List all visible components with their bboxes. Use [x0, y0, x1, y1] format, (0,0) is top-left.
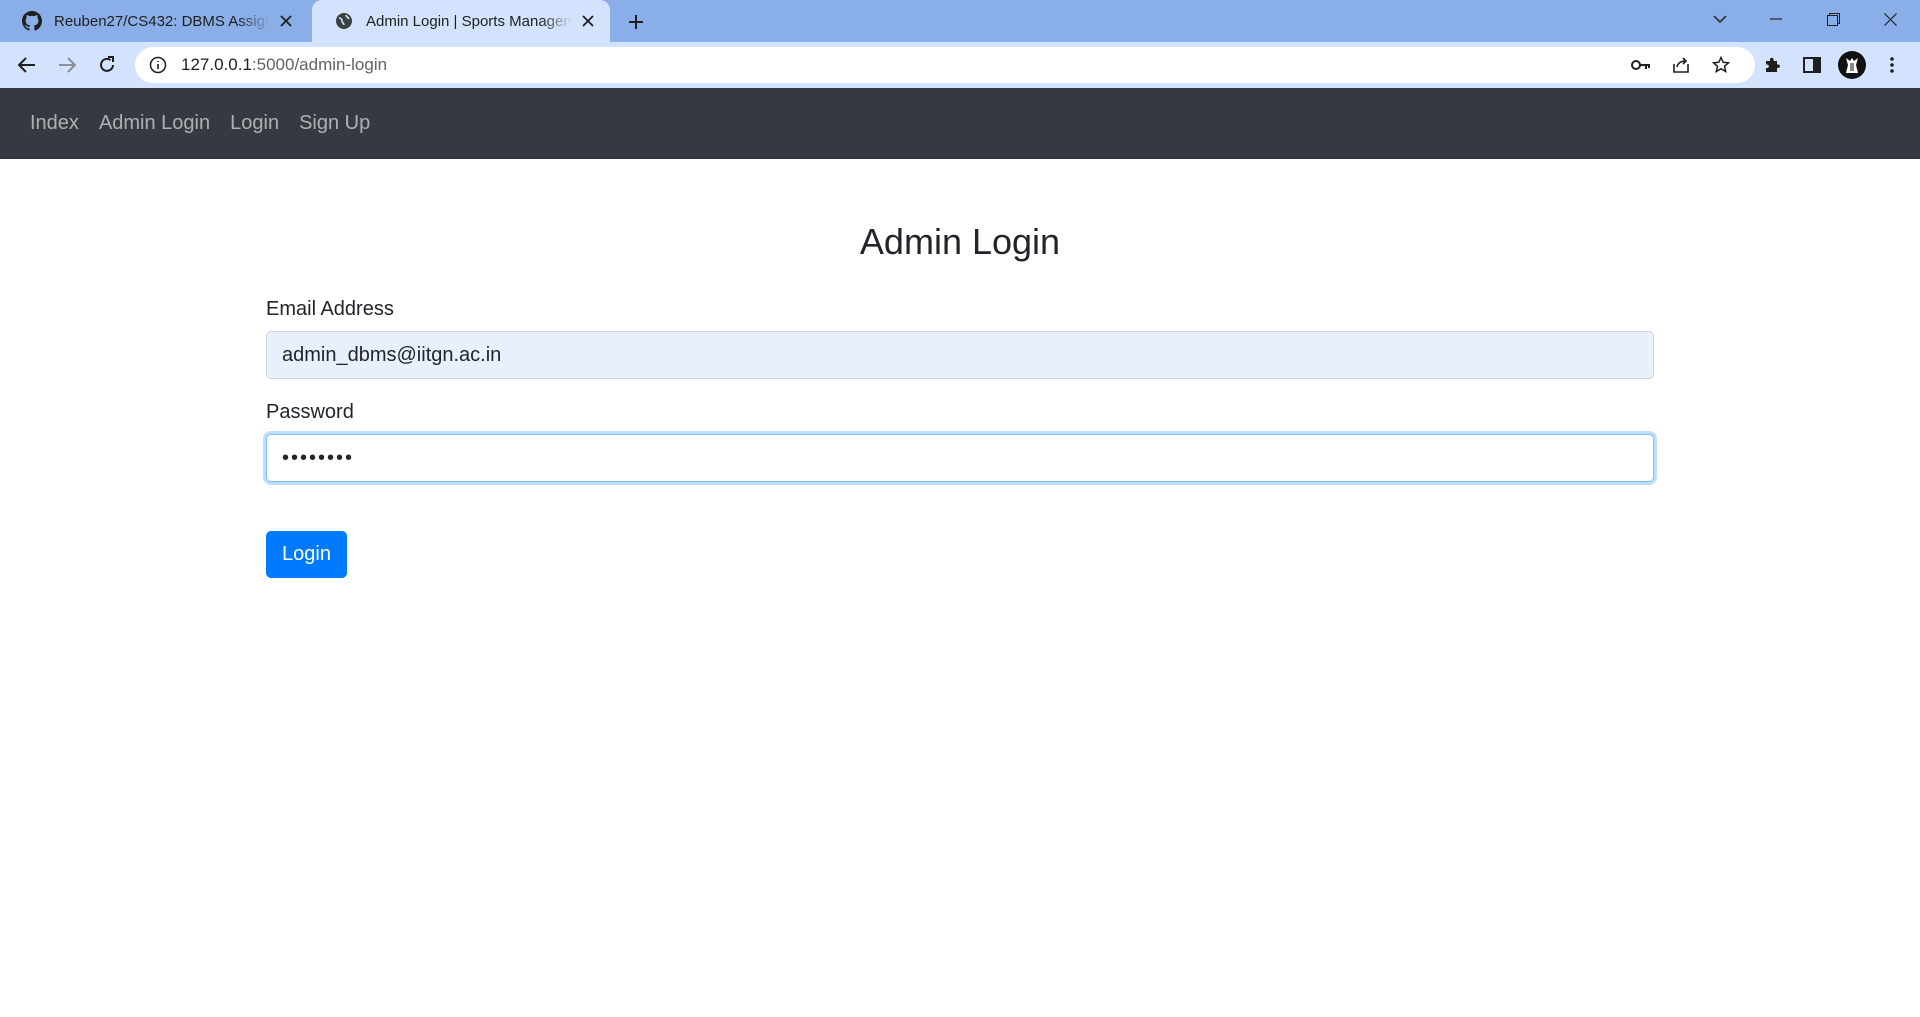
tab-title: Admin Login | Sports Management: [366, 12, 572, 30]
url-host: 127.0.0.1: [181, 55, 252, 74]
browser-tab-admin-login[interactable]: Admin Login | Sports Management: [312, 0, 610, 42]
email-field[interactable]: [266, 331, 1654, 379]
admin-login-form: Email Address Password Login: [266, 297, 1654, 578]
browser-tab-github[interactable]: Reuben27/CS432: DBMS Assignment: [0, 0, 308, 42]
puzzle-icon: [1766, 57, 1780, 72]
page-title: Admin Login: [859, 221, 1061, 262]
side-panel-icon: [1803, 57, 1821, 73]
password-label: Password: [266, 401, 354, 423]
password-group: Password: [266, 400, 1654, 482]
nav-link-sign-up[interactable]: Sign Up: [291, 104, 378, 143]
browser-tabstrip: Reuben27/CS432: DBMS Assignment Admin Lo…: [0, 0, 1920, 42]
minimize-icon: [1770, 18, 1782, 20]
profile-icon: [1846, 58, 1858, 73]
restore-button[interactable]: [1805, 0, 1861, 38]
more-vertical-icon: [1890, 57, 1894, 73]
profile-button[interactable]: [1836, 49, 1868, 81]
info-icon[interactable]: [149, 56, 167, 74]
tab-search-button[interactable]: [1692, 0, 1748, 38]
login-button[interactable]: Login: [266, 531, 347, 578]
plus-icon: [629, 15, 643, 29]
password-field[interactable]: [266, 434, 1654, 482]
close-icon[interactable]: [276, 11, 296, 31]
back-button[interactable]: [11, 49, 43, 81]
nav-link-login[interactable]: Login: [222, 104, 287, 143]
side-panel-button[interactable]: [1796, 49, 1828, 81]
admin-login-form-container: Admin Login Email Address Password Login: [266, 159, 1654, 578]
browser-menu-button[interactable]: [1876, 49, 1908, 81]
url-path: :5000/admin-login: [251, 55, 388, 74]
new-tab-button[interactable]: [622, 8, 650, 36]
site-navbar: Index Admin Login Login Sign Up: [0, 88, 1920, 159]
nav-link-index[interactable]: Index: [22, 104, 87, 143]
globe-icon: [336, 13, 352, 29]
bookmark-button[interactable]: [1705, 49, 1737, 81]
close-icon: [1883, 12, 1897, 26]
reload-button[interactable]: [91, 49, 123, 81]
restore-icon: [1826, 12, 1840, 26]
chevron-down-icon: [1713, 15, 1727, 24]
address-bar[interactable]: 127.0.0.1:5000/admin-login: [135, 47, 1755, 83]
github-icon: [22, 11, 42, 31]
minimize-button[interactable]: [1748, 0, 1804, 38]
share-icon: [1673, 57, 1689, 73]
arrow-right-icon: [59, 57, 76, 73]
close-icon[interactable]: [578, 11, 598, 31]
arrow-left-icon: [18, 57, 35, 73]
email-label: Email Address: [266, 298, 394, 320]
tab-title: Reuben27/CS432: DBMS Assignment: [54, 12, 270, 30]
extensions-button[interactable]: [1756, 49, 1788, 81]
key-icon: [1631, 60, 1650, 70]
star-icon: [1712, 56, 1730, 74]
close-window-button[interactable]: [1862, 0, 1918, 38]
browser-toolbar: 127.0.0.1:5000/admin-login: [0, 42, 1920, 88]
share-button[interactable]: [1665, 49, 1697, 81]
avatar: [1838, 51, 1866, 79]
nav-link-admin-login[interactable]: Admin Login: [91, 104, 218, 143]
forward-button[interactable]: [51, 49, 83, 81]
email-group: Email Address: [266, 297, 1654, 379]
reload-icon: [100, 56, 114, 72]
password-key-button[interactable]: [1625, 49, 1657, 81]
